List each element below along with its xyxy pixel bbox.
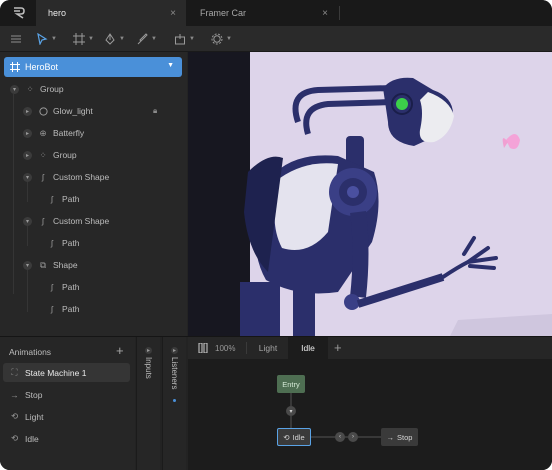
chevron-down-icon: ▼ bbox=[119, 36, 125, 42]
tree-row-batterfly[interactable]: ▸ ⊕ Batterfly bbox=[23, 123, 84, 143]
expand-toggle-icon[interactable]: ▸ bbox=[23, 106, 32, 116]
robot-illustration bbox=[188, 52, 552, 336]
artboard-dropdown[interactable]: HeroBot ▼ bbox=[4, 57, 182, 77]
animation-item-light[interactable]: ⟲ Light bbox=[3, 407, 130, 426]
settings-tool-button[interactable]: ▼ bbox=[211, 31, 232, 47]
loop-icon: ⟲ bbox=[10, 411, 19, 421]
collapse-toggle-icon[interactable]: ▾ bbox=[23, 260, 32, 270]
listeners-label: Listeners bbox=[170, 357, 179, 390]
path-icon: ʃ bbox=[51, 238, 53, 248]
bone-tool-button[interactable]: ▼ bbox=[174, 31, 195, 47]
chevron-down-icon: ▼ bbox=[151, 36, 157, 42]
transition-chevron-icon[interactable]: ▾ bbox=[286, 406, 296, 416]
loop-icon: ⟲ bbox=[283, 432, 290, 442]
add-animation-button[interactable]: + bbox=[116, 343, 124, 358]
bottom-panel: Animations + ⛶ State Machine 1 → Stop ⟲ … bbox=[0, 336, 552, 470]
lock-icon[interactable]: 🔒︎ bbox=[153, 106, 157, 116]
hierarchy-panel: HeroBot ▼ ▾ ⁘ Group ▸ Glow_light 🔒︎ ▸ ⊕ … bbox=[0, 52, 187, 336]
expand-toggle-icon[interactable]: ▸ bbox=[145, 347, 152, 354]
group-icon: ⁘ bbox=[39, 149, 47, 160]
close-icon[interactable]: × bbox=[322, 8, 328, 19]
state-node-entry[interactable]: Entry bbox=[277, 375, 305, 393]
arrow-right-icon: → bbox=[10, 389, 19, 400]
pointer-tool-button[interactable]: ▼ bbox=[36, 31, 57, 47]
tree-row-path[interactable]: ʃ Path bbox=[47, 299, 79, 319]
expand-toggle-icon[interactable]: ▸ bbox=[171, 347, 178, 354]
tree-row-group[interactable]: ▸ ⁘ Group bbox=[23, 145, 77, 165]
target-icon: ⊕ bbox=[39, 127, 47, 138]
ellipse-icon bbox=[38, 106, 48, 116]
artboard-tool-button[interactable]: ▼ bbox=[73, 31, 94, 47]
gear-icon bbox=[211, 33, 223, 45]
close-icon[interactable]: × bbox=[170, 8, 176, 19]
state-machine-graph[interactable]: 100% Light Idle + Entry ▾ ⟲ Idle ‹ › → S bbox=[188, 337, 552, 470]
path-icon: ʃ bbox=[51, 282, 53, 292]
tab-hero[interactable]: hero × bbox=[36, 0, 186, 26]
path-icon: ʃ bbox=[51, 194, 53, 204]
listeners-tab[interactable]: ▸ Listeners bbox=[162, 337, 186, 470]
pen-icon bbox=[105, 33, 115, 45]
menu-icon[interactable] bbox=[10, 31, 22, 47]
collapse-toggle-icon[interactable]: ▾ bbox=[23, 216, 32, 226]
chevron-down-icon: ▼ bbox=[226, 36, 232, 42]
tree-row-shape[interactable]: ▾ ⧉ Shape bbox=[23, 255, 78, 275]
collapse-toggle-icon[interactable]: ▾ bbox=[10, 84, 19, 94]
animation-item-idle[interactable]: ⟲ Idle bbox=[3, 429, 130, 448]
brush-icon bbox=[137, 33, 148, 45]
tab-bar: hero × Framer Car × bbox=[0, 0, 552, 26]
tree-row-custom-shape[interactable]: ▾ ʃ Custom Shape bbox=[23, 167, 109, 187]
pointer-icon bbox=[37, 33, 48, 45]
group-icon: ⁘ bbox=[26, 83, 34, 94]
animation-item-stop[interactable]: → Stop bbox=[3, 385, 130, 404]
inputs-tab[interactable]: ▸ Inputs bbox=[136, 337, 160, 470]
expand-toggle-icon[interactable]: ▸ bbox=[23, 128, 32, 138]
tab-label: hero bbox=[48, 8, 67, 18]
transition-lines bbox=[290, 393, 381, 438]
transition-left-icon[interactable]: ‹ bbox=[335, 432, 345, 442]
stage-canvas[interactable] bbox=[188, 52, 552, 336]
tab-divider bbox=[339, 6, 340, 20]
path-icon: ʃ bbox=[42, 216, 44, 226]
toolbar: ▼ ▼ ▼ ▼ ▼ ▼ bbox=[0, 26, 552, 52]
inputs-label: Inputs bbox=[144, 357, 153, 379]
chevron-down-icon: ▼ bbox=[167, 62, 174, 69]
arrow-right-icon: → bbox=[386, 432, 395, 442]
tree-row-path[interactable]: ʃ Path bbox=[47, 189, 79, 209]
tree-guide bbox=[13, 94, 14, 294]
artboard-name: HeroBot bbox=[25, 62, 59, 72]
brush-tool-button[interactable]: ▼ bbox=[136, 31, 157, 47]
chevron-down-icon: ▼ bbox=[189, 36, 195, 42]
tree-row-custom-shape[interactable]: ▾ ʃ Custom Shape bbox=[23, 211, 109, 231]
artboard-icon bbox=[10, 62, 20, 72]
animation-item-state-machine[interactable]: ⛶ State Machine 1 bbox=[3, 363, 130, 382]
bone-icon bbox=[175, 34, 185, 45]
tree-row-glow-light[interactable]: ▸ Glow_light 🔒︎ bbox=[23, 101, 163, 121]
status-dot bbox=[173, 399, 176, 402]
rive-logo-icon[interactable] bbox=[12, 6, 26, 20]
loop-icon: ⟲ bbox=[10, 433, 19, 443]
rive-editor-window: hero × Framer Car × ▼ ▼ ▼ ▼ ▼ ▼ HeroBot … bbox=[0, 0, 552, 470]
tree-row-path[interactable]: ʃ Path bbox=[47, 233, 79, 253]
path-icon: ʃ bbox=[42, 172, 44, 182]
expand-toggle-icon[interactable]: ▸ bbox=[23, 150, 32, 160]
pen-tool-button[interactable]: ▼ bbox=[104, 31, 125, 47]
tree-row-group[interactable]: ▾ ⁘ Group bbox=[10, 79, 64, 99]
animations-panel: Animations + ⛶ State Machine 1 → Stop ⟲ … bbox=[0, 337, 135, 470]
state-node-idle[interactable]: ⟲ Idle bbox=[277, 428, 311, 446]
state-node-stop[interactable]: → Stop bbox=[381, 428, 418, 446]
tree-row-path[interactable]: ʃ Path bbox=[47, 277, 79, 297]
collapse-toggle-icon[interactable]: ▾ bbox=[23, 172, 32, 182]
artboard-icon bbox=[73, 33, 85, 45]
animations-title: Animations bbox=[9, 347, 52, 357]
transition-right-icon[interactable]: › bbox=[348, 432, 358, 442]
state-machine-icon: ⛶ bbox=[11, 367, 18, 377]
path-icon: ʃ bbox=[51, 304, 53, 314]
chevron-down-icon: ▼ bbox=[51, 36, 57, 42]
chevron-down-icon: ▼ bbox=[88, 36, 94, 42]
tab-label: Framer Car bbox=[200, 8, 247, 18]
shape-icon: ⧉ bbox=[39, 259, 47, 270]
tab-framer-car[interactable]: Framer Car × bbox=[188, 0, 338, 26]
